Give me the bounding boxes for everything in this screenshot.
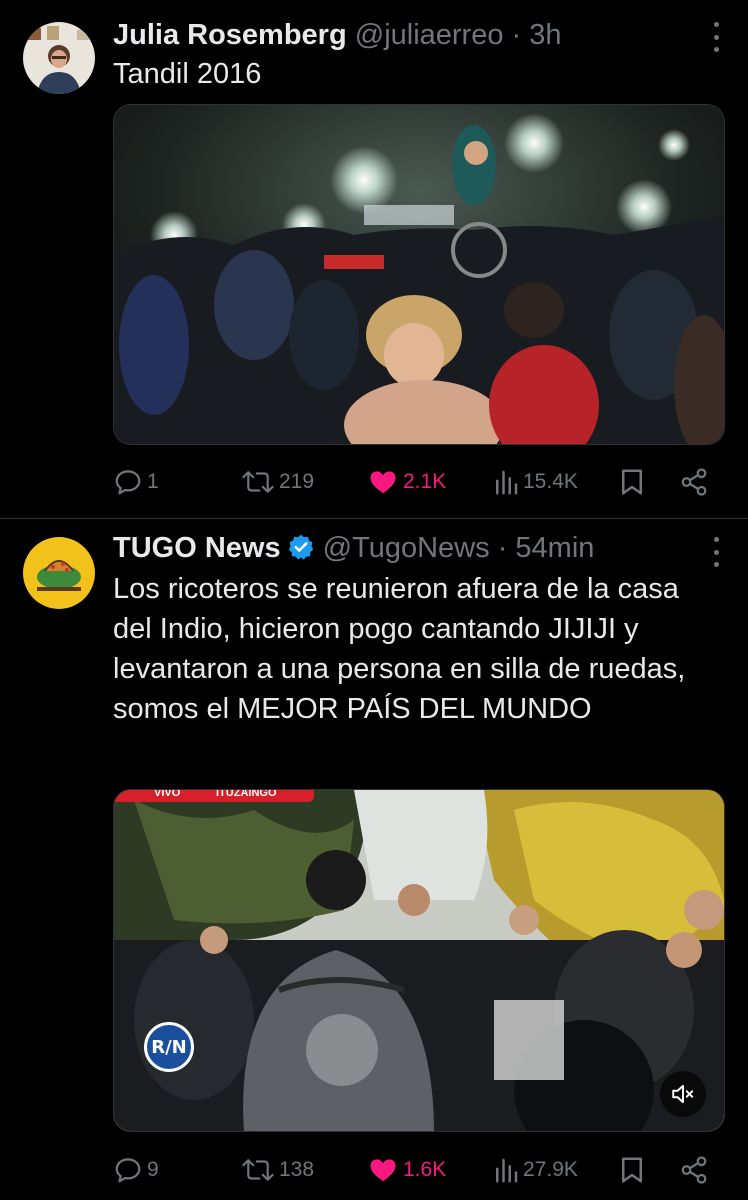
tweet-2[interactable]: TUGO News @TugoNews · 54min Los ricotero…: [0, 519, 748, 1200]
live-label: VIVO: [154, 789, 181, 799]
tweet-text: Los ricoteros se reunieron afuera de la …: [113, 573, 686, 725]
views-icon: [496, 470, 518, 495]
more-icon[interactable]: [712, 537, 720, 567]
reply-icon: [115, 470, 141, 495]
timestamp[interactable]: 54min: [515, 532, 594, 564]
avatar-tugo-news[interactable]: [23, 537, 95, 609]
repost-button[interactable]: 138: [241, 1150, 314, 1190]
views-icon: [496, 1158, 518, 1183]
heart-icon: [370, 1159, 396, 1182]
share-icon: [681, 468, 707, 496]
bookmark-icon: [622, 1157, 642, 1183]
dot-separator: ·: [503, 19, 530, 51]
channel-logo: R/N: [144, 1022, 194, 1072]
views-count: 27.9K: [523, 1158, 578, 1181]
bookmark-button[interactable]: [619, 462, 645, 502]
repost-icon: [242, 471, 274, 493]
dot-separator: ·: [489, 532, 516, 564]
tweet-header: Julia Rosemberg @juliaerreo · 3h: [113, 18, 562, 52]
like-count: 2.1K: [403, 470, 447, 493]
views-button[interactable]: 15.4K: [493, 462, 578, 502]
mute-button[interactable]: [660, 1071, 706, 1117]
heart-icon: [370, 471, 396, 494]
reply-button[interactable]: 1: [113, 462, 159, 502]
tweet-actions: 1 219 2.1K 15.4K: [113, 462, 725, 502]
repost-button[interactable]: 219: [241, 462, 314, 502]
like-button[interactable]: 1.6K: [367, 1150, 446, 1190]
share-icon: [681, 1156, 707, 1184]
tweet-1[interactable]: Julia Rosemberg @juliaerreo · 3h Tandil …: [0, 0, 748, 518]
share-button[interactable]: [679, 1150, 709, 1190]
avatar-julia-rosemberg[interactable]: [23, 22, 95, 94]
timestamp[interactable]: 3h: [529, 19, 561, 51]
author-handle[interactable]: @juliaerreo: [355, 19, 504, 51]
verified-icon: [288, 534, 313, 560]
mute-icon: [672, 1084, 694, 1104]
reply-count: 1: [147, 470, 159, 493]
views-count: 15.4K: [523, 470, 578, 493]
tweet-header: TUGO News @TugoNews · 54min: [113, 531, 594, 565]
repost-count: 219: [279, 470, 315, 493]
tweet-video[interactable]: VIVO ITUZAINGO R/N: [113, 789, 725, 1132]
author-name[interactable]: TUGO News: [113, 532, 281, 564]
repost-count: 138: [279, 1158, 315, 1181]
reply-icon: [115, 1158, 141, 1183]
location-label: ITUZAINGO: [216, 789, 277, 799]
share-button[interactable]: [679, 462, 709, 502]
repost-icon: [242, 1159, 274, 1181]
tweet-text: Tandil 2016: [113, 58, 262, 90]
author-handle[interactable]: @TugoNews: [323, 532, 490, 564]
bookmark-button[interactable]: [619, 1150, 645, 1190]
reply-button[interactable]: 9: [113, 1150, 159, 1190]
like-button[interactable]: 2.1K: [367, 462, 446, 502]
views-button[interactable]: 27.9K: [493, 1150, 578, 1190]
author-name[interactable]: Julia Rosemberg: [113, 19, 347, 51]
like-count: 1.6K: [403, 1158, 447, 1181]
bookmark-icon: [622, 469, 642, 495]
tweet-image[interactable]: [113, 104, 725, 445]
live-banner: VIVO ITUZAINGO: [114, 790, 314, 802]
tweet-actions: 9 138 1.6K 27.9K: [113, 1150, 725, 1190]
reply-count: 9: [147, 1158, 159, 1181]
more-icon[interactable]: [712, 22, 720, 52]
